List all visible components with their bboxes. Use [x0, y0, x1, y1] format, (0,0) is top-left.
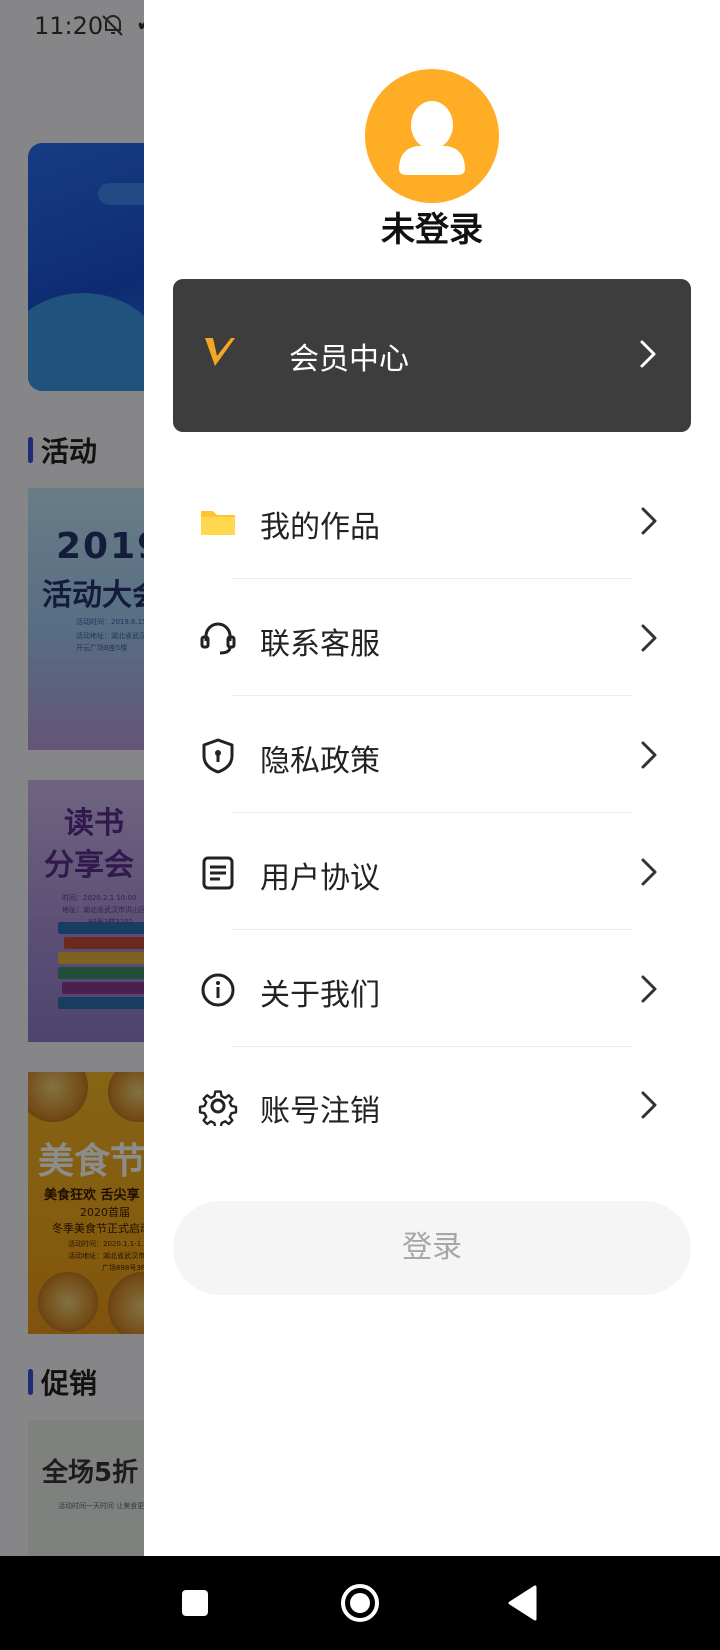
menu-item-my-works[interactable]: 我的作品	[144, 482, 720, 562]
shield-icon	[202, 738, 234, 774]
navigation-bar	[0, 1556, 720, 1650]
chevron-right-icon	[641, 858, 657, 886]
menu-item-about-us[interactable]: 关于我们	[144, 950, 720, 1030]
menu-label: 关于我们	[260, 978, 380, 1013]
status-time: 11:20	[34, 12, 104, 40]
chevron-right-icon	[641, 975, 657, 1003]
menu-item-user-agreement[interactable]: 用户协议	[144, 833, 720, 913]
divider	[231, 1046, 633, 1047]
vip-logo-icon	[205, 338, 235, 366]
chevron-right-icon	[641, 624, 657, 652]
menu-label: 用户协议	[260, 861, 380, 896]
folder-icon	[201, 511, 235, 535]
member-center-button[interactable]: 会员中心	[173, 279, 691, 432]
menu-item-contact-support[interactable]: 联系客服	[144, 599, 720, 679]
document-icon	[202, 856, 234, 890]
divider	[231, 578, 633, 579]
square-icon	[182, 1590, 208, 1616]
home-button[interactable]	[320, 1556, 400, 1650]
menu-label: 隐私政策	[260, 744, 380, 779]
user-icon	[399, 101, 465, 175]
username-label[interactable]: 未登录	[144, 202, 720, 251]
member-center-label: 会员中心	[289, 342, 409, 377]
chevron-right-icon	[640, 340, 656, 368]
menu-label: 我的作品	[260, 510, 380, 545]
menu-item-delete-account[interactable]: 账号注销	[144, 1066, 720, 1146]
side-drawer: 未登录 会员中心 我的作品 联系客服 隐私政策 用户协议 关于我们 账号注销 登…	[144, 0, 720, 1556]
menu-label: 账号注销	[260, 1094, 380, 1129]
back-button[interactable]	[483, 1556, 563, 1650]
home-circle-icon	[341, 1584, 379, 1622]
info-icon	[201, 973, 235, 1007]
divider	[231, 929, 633, 930]
back-triangle-icon	[508, 1585, 537, 1621]
divider	[231, 812, 633, 813]
chevron-right-icon	[641, 1091, 657, 1119]
divider	[231, 695, 633, 696]
chevron-right-icon	[641, 507, 657, 535]
menu-item-privacy-policy[interactable]: 隐私政策	[144, 716, 720, 796]
menu-label: 联系客服	[260, 627, 380, 662]
chevron-right-icon	[641, 741, 657, 769]
mute-icon	[102, 15, 123, 36]
avatar[interactable]	[365, 69, 499, 203]
headset-icon	[200, 622, 236, 655]
gear-icon	[198, 1090, 238, 1126]
login-button[interactable]: 登录	[173, 1201, 691, 1295]
recents-button[interactable]	[155, 1556, 235, 1650]
